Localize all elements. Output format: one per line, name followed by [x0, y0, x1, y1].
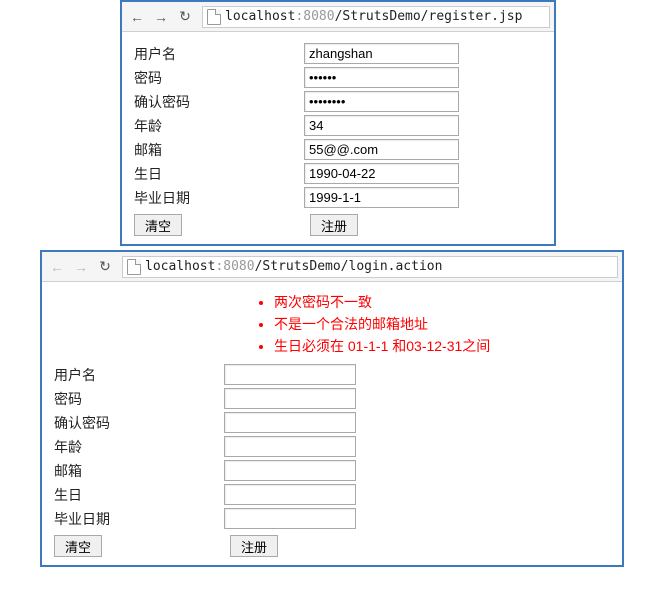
form-row: 确认密码: [54, 412, 610, 433]
url-host: localhost: [145, 259, 215, 274]
field-input[interactable]: [304, 115, 459, 136]
back-button[interactable]: ←: [126, 6, 148, 28]
field-label: 毕业日期: [54, 509, 224, 529]
field-input[interactable]: [304, 67, 459, 88]
field-input[interactable]: [224, 364, 356, 385]
forward-button[interactable]: →: [70, 256, 92, 278]
form-row: 生日: [134, 163, 542, 184]
field-input[interactable]: [224, 388, 356, 409]
error-item: 生日必须在 01-1-1 和03-12-31之间: [274, 336, 610, 356]
field-label: 确认密码: [134, 92, 304, 112]
field-label: 用户名: [54, 365, 224, 385]
field-input[interactable]: [304, 43, 459, 64]
field-label: 年龄: [134, 116, 304, 136]
url-host: localhost: [225, 9, 295, 24]
page-icon: [207, 9, 221, 25]
back-button[interactable]: ←: [46, 256, 68, 278]
reload-button[interactable]: ↻: [94, 256, 116, 278]
field-label: 生日: [54, 485, 224, 505]
form-row: 确认密码: [134, 91, 542, 112]
form-row: 年龄: [54, 436, 610, 457]
page-content: 用户名密码确认密码年龄邮箱生日毕业日期 清空 注册: [122, 32, 554, 244]
toolbar: ← → ↻ localhost:8080/StrutsDemo/login.ac…: [42, 252, 622, 282]
address-bar[interactable]: localhost:8080/StrutsDemo/login.action: [122, 256, 618, 278]
form-row: 毕业日期: [134, 187, 542, 208]
form-row: 密码: [134, 67, 542, 88]
field-input[interactable]: [304, 187, 459, 208]
url-path: /StrutsDemo/register.jsp: [335, 9, 523, 24]
page-icon: [127, 259, 141, 275]
form-row: 年龄: [134, 115, 542, 136]
browser-window-register: ← → ↻ localhost:8080/StrutsDemo/register…: [120, 0, 556, 246]
url-port: :8080: [295, 9, 334, 24]
field-input[interactable]: [304, 91, 459, 112]
browser-window-login: ← → ↻ localhost:8080/StrutsDemo/login.ac…: [40, 250, 624, 567]
field-input[interactable]: [224, 484, 356, 505]
toolbar: ← → ↻ localhost:8080/StrutsDemo/register…: [122, 2, 554, 32]
field-label: 密码: [54, 389, 224, 409]
form-row: 毕业日期: [54, 508, 610, 529]
form-row: 密码: [54, 388, 610, 409]
reset-button[interactable]: 清空: [134, 214, 182, 236]
register-form: 用户名密码确认密码年龄邮箱生日毕业日期: [134, 43, 542, 208]
field-input[interactable]: [304, 139, 459, 160]
form-row: 用户名: [54, 364, 610, 385]
field-label: 毕业日期: [134, 188, 304, 208]
field-label: 确认密码: [54, 413, 224, 433]
form-row: 邮箱: [134, 139, 542, 160]
address-bar[interactable]: localhost:8080/StrutsDemo/register.jsp: [202, 6, 550, 28]
field-input[interactable]: [224, 460, 356, 481]
form-row: 邮箱: [54, 460, 610, 481]
error-item: 不是一个合法的邮箱地址: [274, 314, 610, 334]
field-input[interactable]: [224, 412, 356, 433]
error-list: 两次密码不一致不是一个合法的邮箱地址生日必须在 01-1-1 和03-12-31…: [254, 292, 610, 356]
field-label: 密码: [134, 68, 304, 88]
error-item: 两次密码不一致: [274, 292, 610, 312]
form-row: 用户名: [134, 43, 542, 64]
page-content: 两次密码不一致不是一个合法的邮箱地址生日必须在 01-1-1 和03-12-31…: [42, 282, 622, 565]
field-label: 邮箱: [54, 461, 224, 481]
field-label: 年龄: [54, 437, 224, 457]
url-port: :8080: [215, 259, 254, 274]
reload-button[interactable]: ↻: [174, 6, 196, 28]
url-path: /StrutsDemo/login.action: [255, 259, 443, 274]
field-input[interactable]: [224, 436, 356, 457]
forward-button[interactable]: →: [150, 6, 172, 28]
submit-button[interactable]: 注册: [310, 214, 358, 236]
login-form: 用户名密码确认密码年龄邮箱生日毕业日期: [54, 364, 610, 529]
reset-button[interactable]: 清空: [54, 535, 102, 557]
field-input[interactable]: [304, 163, 459, 184]
field-label: 生日: [134, 164, 304, 184]
field-input[interactable]: [224, 508, 356, 529]
field-label: 用户名: [134, 44, 304, 64]
form-row: 生日: [54, 484, 610, 505]
submit-button[interactable]: 注册: [230, 535, 278, 557]
field-label: 邮箱: [134, 140, 304, 160]
